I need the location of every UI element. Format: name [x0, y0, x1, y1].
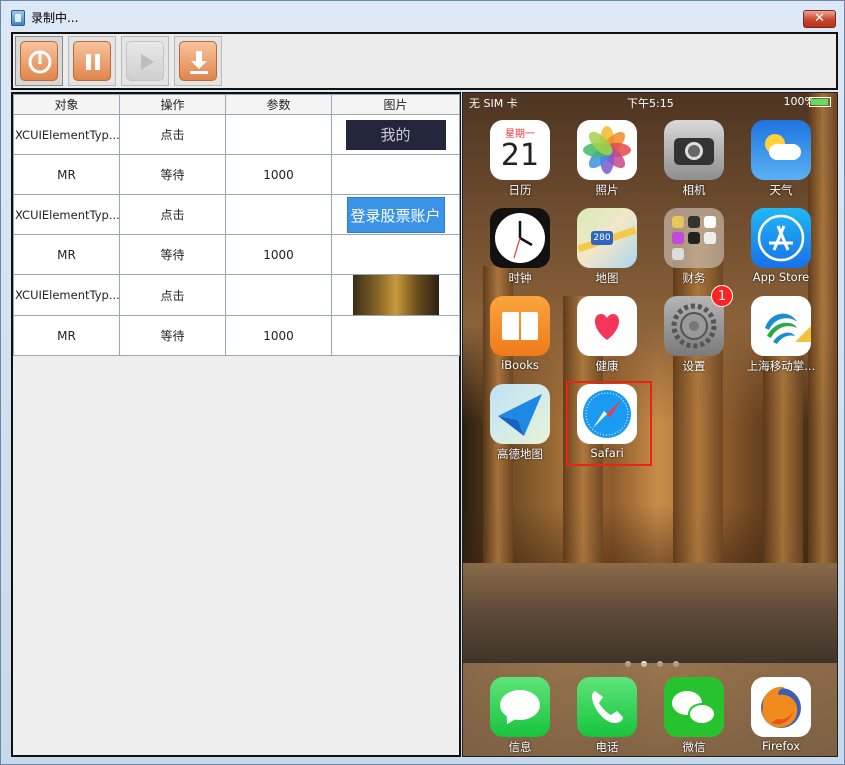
health-icon	[577, 296, 637, 356]
cell-image[interactable]: 登录股票账户	[331, 194, 460, 235]
cell-param[interactable]	[225, 274, 332, 316]
app-wechat[interactable]: 微信	[654, 677, 734, 755]
download-icon	[190, 51, 208, 74]
download-button[interactable]	[174, 36, 222, 86]
cell-object[interactable]: MR	[13, 234, 120, 275]
cell-param[interactable]: 1000	[225, 234, 332, 275]
close-button[interactable]: ✕	[803, 10, 836, 28]
cell-image[interactable]	[331, 274, 460, 316]
cell-image[interactable]	[331, 234, 460, 275]
cell-object[interactable]: MR	[13, 154, 120, 195]
app-weather[interactable]: 天气	[741, 120, 821, 198]
folder-icon	[664, 208, 724, 268]
app-photos[interactable]: 照片	[567, 120, 647, 198]
maps-icon: 280	[577, 208, 637, 268]
cell-image[interactable]	[331, 154, 460, 195]
column-header-image[interactable]: 图片	[331, 94, 460, 115]
clock-text: 下午5:15	[627, 97, 674, 110]
ibooks-icon	[490, 296, 550, 356]
cell-object[interactable]: XCUIElementTyp...	[13, 194, 120, 235]
cell-object[interactable]: MR	[13, 315, 120, 356]
calendar-icon: 星期一 21	[490, 120, 550, 180]
thumbnail-image: 我的	[345, 119, 446, 150]
toolbar	[11, 32, 838, 90]
play-icon	[141, 54, 154, 70]
app-phone[interactable]: 电话	[567, 677, 647, 755]
appstore-icon	[751, 208, 811, 268]
app-amap[interactable]: 高德地图	[480, 384, 560, 462]
carrier-text: 无 SIM 卡	[469, 97, 518, 110]
column-header-param[interactable]: 参数	[225, 94, 332, 115]
wallpaper-building	[763, 336, 803, 596]
table-header: 对象 操作 参数 图片	[13, 94, 460, 115]
status-bar: 无 SIM 卡 下午5:15 100%	[463, 93, 837, 111]
app-messages[interactable]: 信息	[480, 677, 560, 755]
app-calendar[interactable]: 星期一 21 日历	[480, 120, 560, 198]
messages-icon	[490, 677, 550, 737]
cell-param[interactable]: 1000	[225, 154, 332, 195]
steps-panel: 对象 操作 参数 图片 XCUIElementTyp... 点击 我的 MR 等…	[11, 92, 461, 757]
cell-action[interactable]: 点击	[119, 114, 226, 155]
app-app-store[interactable]: App Store	[741, 208, 821, 284]
table-row[interactable]: XCUIElementTyp... 点击	[13, 274, 460, 316]
app-icon	[11, 10, 25, 26]
firefox-icon	[751, 677, 811, 737]
table-row[interactable]: XCUIElementTyp... 点击 我的	[13, 114, 460, 155]
cell-action[interactable]: 等待	[119, 234, 226, 275]
battery-icon	[809, 97, 831, 107]
app-camera[interactable]: 相机	[654, 120, 734, 198]
app-settings[interactable]: 设置	[654, 296, 734, 374]
app-folder[interactable]: 财务	[654, 208, 734, 286]
notification-badge: 1	[711, 285, 733, 307]
column-header-object[interactable]: 对象	[13, 94, 120, 115]
thumbnail-image	[352, 275, 439, 315]
cell-image[interactable]: 我的	[331, 114, 460, 155]
cell-object[interactable]: XCUIElementTyp...	[13, 274, 120, 316]
pause-icon	[86, 54, 100, 70]
pause-button[interactable]	[68, 36, 116, 86]
cell-action[interactable]: 点击	[119, 274, 226, 316]
table-row[interactable]: XCUIElementTyp... 点击 登录股票账户	[13, 194, 460, 235]
selection-highlight	[566, 381, 652, 466]
cell-image[interactable]	[331, 315, 460, 356]
photos-icon	[577, 120, 637, 180]
stop-button[interactable]	[15, 36, 63, 86]
cell-action[interactable]: 点击	[119, 194, 226, 235]
wechat-icon	[664, 677, 724, 737]
table-row[interactable]: MR 等待 1000	[13, 315, 460, 356]
cell-action[interactable]: 等待	[119, 154, 226, 195]
device-screen[interactable]: 无 SIM 卡 下午5:15 100% 星期一 21 日历 照片 相机 天气 时…	[462, 92, 838, 757]
app-maps[interactable]: 280 地图	[567, 208, 647, 286]
app-china-mobile[interactable]: 上海移动掌...	[741, 296, 821, 374]
cell-param[interactable]: 1000	[225, 315, 332, 356]
app-clock[interactable]: 时钟	[480, 208, 560, 286]
phone-icon	[577, 677, 637, 737]
camera-icon	[664, 120, 724, 180]
thumbnail-image: 登录股票账户	[346, 196, 445, 233]
weather-icon	[751, 120, 811, 180]
cell-param[interactable]	[225, 194, 332, 235]
recorder-window: 录制中... ✕ 对象 操作 参数 图片 XCUIElementTyp... 点…	[0, 0, 845, 765]
power-icon	[28, 50, 52, 74]
steps-table: 对象 操作 参数 图片 XCUIElementTyp... 点击 我的 MR 等…	[13, 94, 460, 356]
app-health[interactable]: 健康	[567, 296, 647, 374]
play-button[interactable]	[121, 36, 169, 86]
window-title: 录制中...	[31, 11, 79, 25]
cell-object[interactable]: XCUIElementTyp...	[13, 114, 120, 155]
amap-icon	[490, 384, 550, 444]
table-row[interactable]: MR 等待 1000	[13, 154, 460, 195]
app-ibooks[interactable]: iBooks	[480, 296, 560, 372]
table-row[interactable]: MR 等待 1000	[13, 234, 460, 275]
app-firefox[interactable]: Firefox	[741, 677, 821, 753]
cell-action[interactable]: 等待	[119, 315, 226, 356]
clock-icon	[490, 208, 550, 268]
cell-param[interactable]	[225, 114, 332, 155]
wallpaper-water	[463, 563, 837, 663]
title-bar[interactable]: 录制中... ✕	[1, 1, 844, 31]
china-mobile-icon	[751, 296, 811, 356]
column-header-action[interactable]: 操作	[119, 94, 226, 115]
